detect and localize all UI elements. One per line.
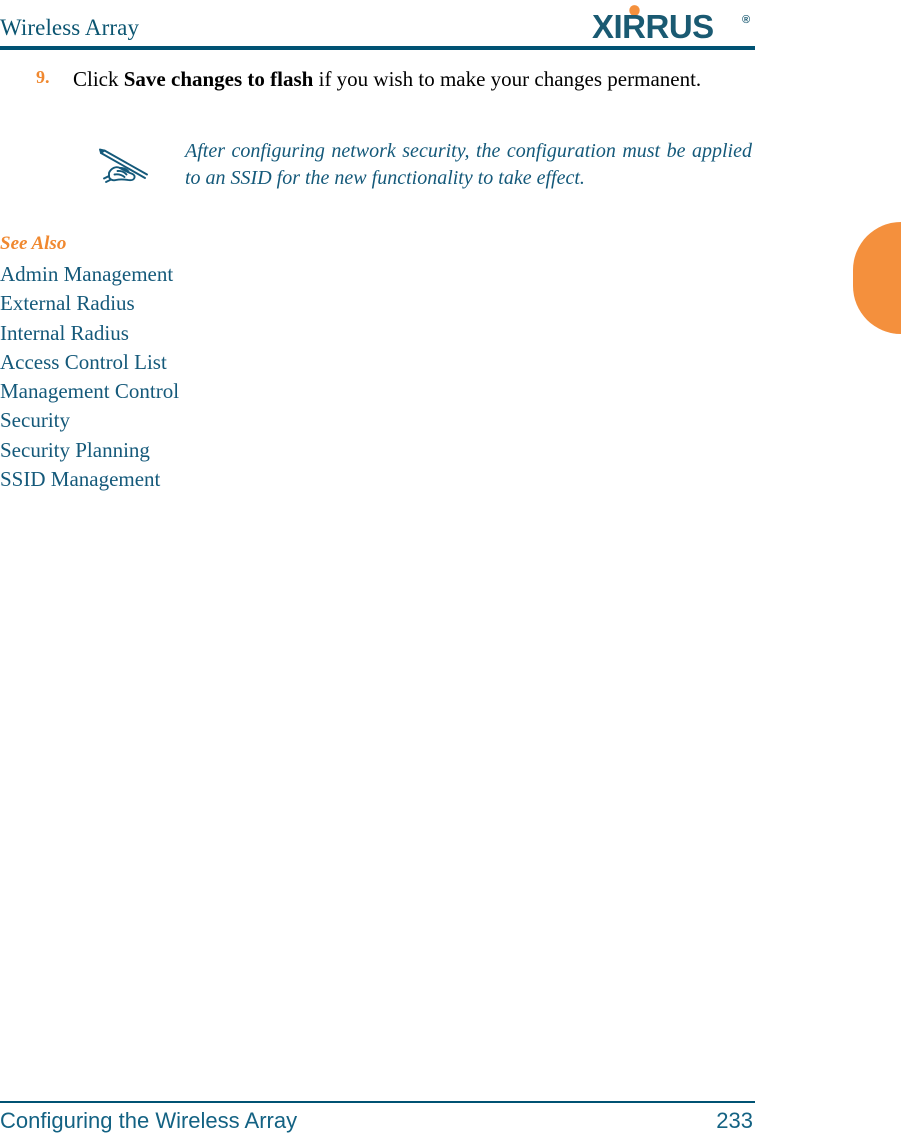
see-also-link[interactable]: Admin Management <box>0 260 500 289</box>
see-also-link[interactable]: Security <box>0 406 500 435</box>
numbered-step-item: 9. Click Save changes to flash if you wi… <box>0 64 760 95</box>
see-also-link[interactable]: Security Planning <box>0 436 500 465</box>
logo-registered-icon: ® <box>742 14 750 26</box>
header-title: Wireless Array <box>0 15 140 40</box>
footer-page-number: 233 <box>716 1108 753 1133</box>
page-footer: Configuring the Wireless Array 233 <box>0 1085 901 1137</box>
page-thumb-tab <box>853 222 901 334</box>
xirrus-logo-svg: XIRRUS ® <box>592 5 750 45</box>
step-text-before: Click <box>73 67 124 91</box>
footer-divider <box>0 1101 755 1103</box>
see-also-heading: See Also <box>0 233 67 254</box>
step-text-after: if you wish to make your changes permane… <box>313 67 702 91</box>
see-also-link[interactable]: SSID Management <box>0 465 500 494</box>
page-header: Wireless Array XIRRUS ® <box>0 0 901 52</box>
note-callout: After configuring network security, the … <box>0 138 760 192</box>
step-number: 9. <box>36 67 50 87</box>
xirrus-logo: XIRRUS ® <box>592 5 757 45</box>
logo-wordmark: XIRRUS <box>592 8 714 45</box>
see-also-link[interactable]: Internal Radius <box>0 319 500 348</box>
hand-writing-pen-icon <box>98 148 150 188</box>
hand-writing-pen-icon-svg <box>99 148 148 183</box>
see-also-section: See Also Admin Management External Radiu… <box>0 232 500 494</box>
step-text: Click Save changes to flash if you wish … <box>73 64 752 95</box>
see-also-link[interactable]: Management Control <box>0 377 500 406</box>
see-also-link[interactable]: Access Control List <box>0 348 500 377</box>
header-divider <box>0 46 755 50</box>
note-text: After configuring network security, the … <box>185 140 752 189</box>
step-bold-label: Save changes to flash <box>123 67 314 91</box>
see-also-link[interactable]: External Radius <box>0 289 500 318</box>
